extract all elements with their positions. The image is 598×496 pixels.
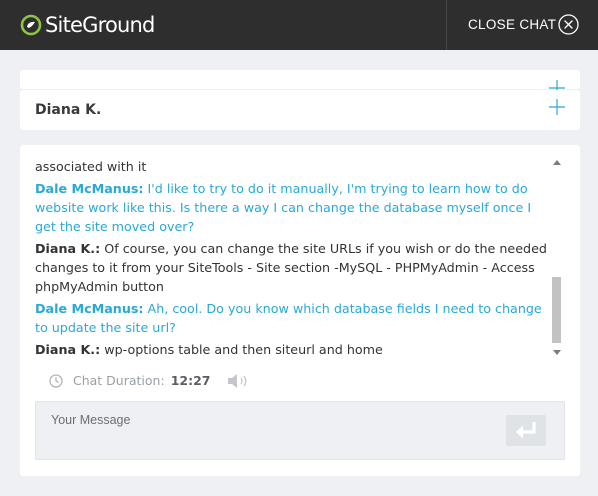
top-bar: SiteGround CLOSE CHAT — [0, 0, 598, 50]
message-text: wp-options table and then siteurl and ho… — [100, 342, 383, 357]
duration-value: 12:27 — [170, 373, 211, 388]
close-chat-button[interactable]: CLOSE CHAT — [447, 0, 598, 50]
close-circle-icon[interactable] — [558, 14, 579, 35]
chat-duration: Chat Duration: 12:27 — [49, 372, 254, 390]
message-text: Of course, you can change the site URLs … — [35, 241, 547, 294]
message-author: Dale McManus: — [35, 301, 144, 316]
agent-name: Diana K. — [35, 102, 102, 118]
scrollbar-thumb[interactable] — [552, 277, 561, 343]
enter-return-icon — [516, 422, 536, 439]
transcript-scrollbar[interactable] — [551, 160, 563, 360]
clock-icon — [49, 374, 63, 388]
sound-toggle-icon[interactable] — [227, 373, 254, 389]
message-input[interactable] — [36, 402, 496, 459]
close-chat-label: CLOSE CHAT — [468, 17, 557, 32]
collapsed-panel — [20, 70, 580, 96]
transcript-leading-text: associated with it — [35, 159, 147, 174]
siteground-logo-icon — [20, 14, 42, 36]
expand-agent-plus-icon[interactable] — [549, 99, 565, 115]
chat-message: Diana K.: wp-options table and then site… — [35, 340, 555, 359]
chat-message: Dale McManus: I'd like to try to do it m… — [35, 179, 555, 236]
scroll-down-arrow-icon[interactable] — [553, 350, 561, 355]
chat-panel: associated with it Dale McManus: I'd lik… — [20, 145, 580, 476]
chat-message: Dale McManus: Ah, cool. Do you know whic… — [35, 299, 555, 337]
agent-panel: Diana K. — [20, 90, 580, 130]
scroll-up-arrow-icon[interactable] — [553, 160, 561, 165]
logo-text: SiteGround — [45, 13, 155, 37]
chat-message: Diana K.: Of course, you can change the … — [35, 239, 555, 296]
message-author: Diana K.: — [35, 342, 101, 357]
send-button[interactable] — [506, 415, 546, 446]
message-composer — [35, 401, 565, 460]
message-author: Diana K.: — [35, 241, 101, 256]
message-author: Dale McManus: — [35, 181, 144, 196]
duration-label: Chat Duration: — [73, 373, 165, 388]
siteground-logo: SiteGround — [20, 13, 155, 37]
message-list: Dale McManus: I'd like to try to do it m… — [35, 179, 555, 359]
chat-transcript[interactable]: associated with it Dale McManus: I'd lik… — [35, 157, 555, 361]
